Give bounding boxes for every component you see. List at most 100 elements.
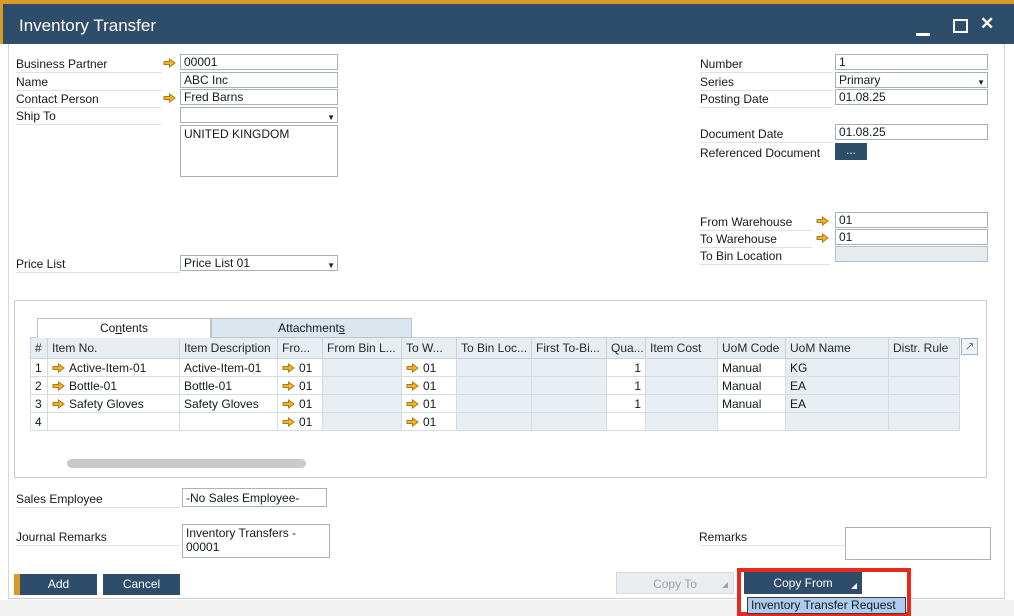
link-arrow-icon[interactable] [406, 362, 419, 372]
col-from-bin[interactable]: From Bin L... [323, 338, 402, 359]
to-warehouse-cell[interactable]: 01 [402, 395, 457, 413]
item-cost-cell [646, 377, 718, 395]
quantity-cell[interactable]: 1 [607, 359, 646, 377]
remarks-label: Remarks [699, 530, 845, 546]
uom-code-cell[interactable]: Manual [718, 377, 786, 395]
from-warehouse-cell[interactable]: 01 [278, 377, 323, 395]
item-no-cell[interactable]: Safety Gloves [48, 395, 180, 413]
col-to-bin[interactable]: To Bin Loc... [457, 338, 532, 359]
col-uom-name[interactable]: UoM Name [786, 338, 889, 359]
from-bin-cell [323, 359, 402, 377]
series-select[interactable]: Primary ▼ [835, 72, 988, 88]
col-to-warehouse[interactable]: To W... [402, 338, 457, 359]
link-arrow-icon[interactable] [282, 416, 295, 426]
to-bin-cell [457, 395, 532, 413]
item-description-cell[interactable]: Safety Gloves [180, 395, 278, 413]
link-arrow-icon[interactable] [282, 362, 295, 372]
item-no-cell[interactable] [48, 413, 180, 431]
row-number-cell[interactable]: 1 [31, 359, 48, 377]
tab-contents[interactable]: Contents [37, 318, 211, 338]
from-warehouse-cell[interactable]: 01 [278, 413, 323, 431]
item-no-cell[interactable]: Active-Item-01 [48, 359, 180, 377]
to-warehouse-field[interactable] [835, 229, 988, 245]
to-warehouse-cell[interactable]: 01 [402, 359, 457, 377]
link-arrow-icon[interactable] [282, 380, 295, 390]
uom-name-cell [786, 413, 889, 431]
business-partner-label: Business Partner [16, 57, 162, 73]
cancel-button[interactable]: Cancel [103, 574, 180, 595]
link-arrow-icon[interactable] [282, 398, 295, 408]
link-arrow-icon[interactable] [406, 416, 419, 426]
journal-remarks-field[interactable]: Inventory Transfers - 00001 [182, 524, 330, 558]
link-arrow-icon[interactable] [163, 57, 176, 67]
menu-item-inventory-transfer-request[interactable]: Inventory Transfer Request [747, 597, 906, 614]
ship-to-select[interactable]: ▼ [180, 107, 338, 123]
from-warehouse-cell[interactable]: 01 [278, 395, 323, 413]
minimize-icon[interactable] [916, 33, 930, 36]
col-item-cost[interactable]: Item Cost [646, 338, 718, 359]
quantity-cell[interactable]: 1 [607, 377, 646, 395]
posting-date-field[interactable] [835, 89, 988, 105]
from-warehouse-field[interactable] [835, 212, 988, 228]
series-label: Series [700, 75, 833, 91]
row-number-cell[interactable]: 3 [31, 395, 48, 413]
sales-employee-field[interactable] [182, 488, 327, 507]
link-arrow-icon[interactable] [406, 398, 419, 408]
link-arrow-icon[interactable] [816, 215, 829, 225]
col-item-no[interactable]: Item No. [48, 338, 180, 359]
copy-to-button: Copy To [616, 572, 734, 594]
item-description-cell[interactable] [180, 413, 278, 431]
maximize-icon[interactable] [953, 19, 968, 33]
name-field[interactable] [180, 72, 338, 88]
horizontal-scrollbar[interactable] [67, 459, 306, 468]
contact-person-field[interactable] [180, 89, 338, 105]
remarks-field[interactable] [845, 527, 991, 560]
document-date-field[interactable] [835, 124, 988, 140]
link-arrow-icon[interactable] [52, 398, 65, 408]
price-list-select[interactable]: Price List 01 ▼ [180, 255, 338, 271]
col-uom-code[interactable]: UoM Code [718, 338, 786, 359]
quantity-cell[interactable] [607, 413, 646, 431]
col-first-to-bin[interactable]: First To-Bi... [532, 338, 607, 359]
link-arrow-icon[interactable] [406, 380, 419, 390]
ship-to-address-field[interactable]: UNITED KINGDOM [180, 125, 338, 177]
first-to-bin-cell [532, 377, 607, 395]
uom-code-cell[interactable]: Manual [718, 395, 786, 413]
col-item-description[interactable]: Item Description [180, 338, 278, 359]
chevron-down-icon: ▼ [327, 259, 335, 273]
to-warehouse-cell[interactable]: 01 [402, 377, 457, 395]
number-field[interactable] [835, 54, 988, 70]
to-bin-cell [457, 413, 532, 431]
close-icon[interactable]: ✕ [980, 14, 994, 34]
row-number-cell[interactable]: 4 [31, 413, 48, 431]
to-bin-cell [457, 359, 532, 377]
to-bin-cell [457, 377, 532, 395]
item-description-cell[interactable]: Active-Item-01 [180, 359, 278, 377]
quantity-cell[interactable]: 1 [607, 395, 646, 413]
col-from-warehouse[interactable]: Fro... [278, 338, 323, 359]
to-warehouse-cell[interactable]: 01 [402, 413, 457, 431]
link-arrow-icon[interactable] [52, 362, 65, 372]
distr-rule-cell [889, 413, 960, 431]
tab-attachments-label: Attachment [278, 321, 339, 335]
item-description-cell[interactable]: Bottle-01 [180, 377, 278, 395]
from-warehouse-cell[interactable]: 01 [278, 359, 323, 377]
uom-code-cell[interactable] [718, 413, 786, 431]
referenced-document-button[interactable]: ... [835, 143, 867, 160]
item-cost-cell [646, 359, 718, 377]
add-button[interactable]: Add [14, 574, 97, 595]
expand-table-icon[interactable]: ↗ [961, 338, 978, 355]
col-distr-rule[interactable]: Distr. Rule [889, 338, 960, 359]
col-quantity[interactable]: Qua... [607, 338, 646, 359]
tab-attachments[interactable]: Attachments [211, 318, 412, 338]
item-no-cell[interactable]: Bottle-01 [48, 377, 180, 395]
row-number-cell[interactable]: 2 [31, 377, 48, 395]
link-arrow-icon[interactable] [163, 92, 176, 102]
business-partner-field[interactable] [180, 54, 338, 70]
col-row-number[interactable]: # [31, 338, 48, 359]
copy-from-button[interactable]: Copy From [744, 572, 862, 594]
link-arrow-icon[interactable] [52, 380, 65, 390]
uom-code-cell[interactable]: Manual [718, 359, 786, 377]
link-arrow-icon[interactable] [816, 232, 829, 242]
table-header-row: # Item No. Item Description Fro... From … [31, 338, 960, 359]
